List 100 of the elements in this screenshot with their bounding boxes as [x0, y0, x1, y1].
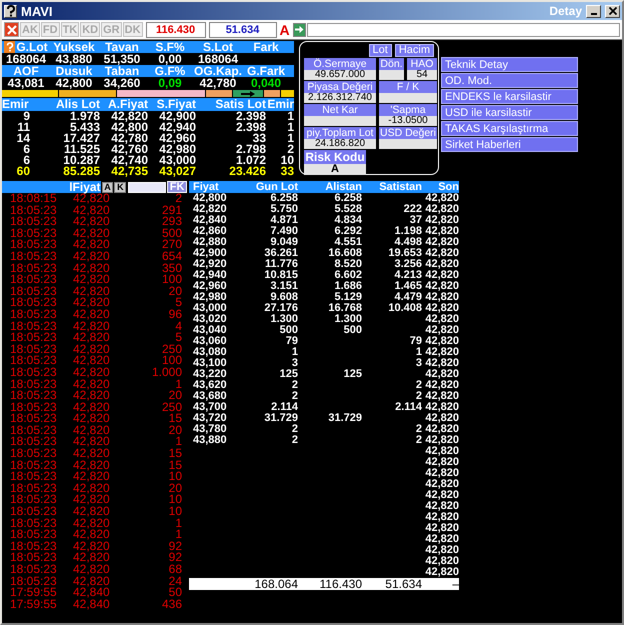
value-field: A [304, 164, 366, 175]
table-cell-text: 18:05:23 [9, 436, 58, 448]
stat-value: 42,800 [54, 77, 94, 89]
table-cell-text: 42,820 [424, 248, 459, 259]
table-cell-text: 18:05:23 [9, 529, 58, 541]
table-cell-text: 1 [286, 111, 294, 122]
table-cell-text: 42,820 [73, 518, 111, 530]
column-header: Emir [2, 98, 30, 111]
field-label: 'Sapma [379, 104, 437, 116]
table-cell-text: 42,820 [73, 506, 111, 518]
table-cell-text: 42,820 [424, 523, 459, 534]
table-cell-text: 1 [286, 122, 294, 133]
table-cell-text: 1.300 [269, 314, 298, 325]
table-cell-text: 15 [168, 460, 182, 472]
table-cell-text: 42,920 [192, 259, 228, 270]
table-cell-text: 42,820 [424, 193, 459, 204]
table-cell-text: 18:05:23 [9, 552, 58, 564]
input-field[interactable] [306, 22, 620, 36]
field-label: USD Değeri [379, 127, 437, 139]
table-cell-text: 1.978 [68, 111, 100, 122]
toggle-button[interactable]: Hacim [394, 44, 434, 57]
filter-button[interactable]: FK [167, 181, 187, 193]
table-cell-text: 18:05:23 [9, 250, 58, 263]
table-cell-text: 42,820 [73, 355, 111, 367]
total-cell-text: 43,027 [158, 166, 196, 177]
stat-value: 43,081 [6, 77, 46, 89]
menu-button[interactable]: USD ile karsilastir [441, 105, 578, 120]
table-cell-text: 43,040 [192, 325, 228, 336]
column-header: Satistan [378, 181, 422, 193]
minimize-button[interactable] [586, 4, 601, 18]
total-cell-text: 23.426 [228, 166, 266, 177]
value-field [304, 116, 376, 126]
table-cell-text: 2.114 [394, 402, 422, 413]
table-cell-text: 92 [168, 540, 182, 552]
table-cell-text: 4.479 [393, 292, 422, 303]
table-cell-text: 10 [168, 471, 182, 483]
value-field [379, 93, 437, 103]
table-cell-text: 42,820 [73, 529, 111, 541]
table-cell-text: 42,820 [424, 556, 459, 567]
menu-button[interactable]: Sirket Haberleri [441, 137, 578, 152]
menu-button[interactable]: OD. Mod. [441, 73, 578, 88]
table-cell-text: 10 [280, 155, 294, 166]
field-label: piy.Toplam Lot [304, 127, 376, 139]
sort-button[interactable]: A [102, 182, 114, 192]
table-cell-text: 350 [160, 262, 182, 274]
sort-button[interactable]: K [114, 182, 126, 192]
table-cell-text: 18:05:23 [9, 540, 58, 552]
table-cell-text: 42,820 [73, 482, 111, 494]
table-cell-text: 96 [168, 308, 182, 321]
table-cell-text: 1 [174, 518, 182, 530]
table-cell-text: 42,820 [424, 490, 459, 501]
table-cell-text: 42,820 [73, 552, 111, 564]
arrow-button[interactable] [292, 22, 306, 36]
table-cell-text: 79 [408, 336, 422, 347]
table-cell-text: 42,820 [424, 314, 459, 325]
stat-label: OG.Kap. [194, 65, 242, 77]
table-cell-text: 42,820 [73, 413, 111, 425]
table-cell-text: 42,820 [73, 308, 111, 321]
table-cell-text: 42,820 [424, 413, 459, 424]
table-cell-text: 42,820 [424, 468, 459, 479]
table-cell-text: 3.256 [393, 259, 422, 270]
menu-button[interactable]: Teknik Detay [441, 57, 578, 72]
table-cell-text: 42,820 [424, 292, 459, 303]
table-cell-text: 37 [408, 215, 422, 226]
table-cell-text: 42,980 [192, 292, 228, 303]
table-cell-text: 42,820 [73, 228, 111, 240]
menu-button[interactable]: TAKAS Karşılaştırma [441, 121, 578, 136]
table-cell-text: 2.398 [234, 122, 266, 133]
arrow-icon [241, 90, 255, 96]
field-label: Risk Kodu [304, 150, 366, 164]
table-cell-text: 5 [175, 297, 182, 309]
table-cell-text: 18:05:23 [9, 366, 58, 378]
menu-button[interactable]: ENDEKS le karsilastir [441, 89, 578, 104]
table-cell-text: 1.686 [333, 281, 362, 292]
stat-label: Dusuk [56, 65, 92, 77]
table-cell-text: 42,820 [73, 448, 111, 460]
table-cell-text: 42,800 [192, 193, 228, 204]
toggle-button[interactable]: Lot [368, 44, 392, 57]
table-cell-text: 42,820 [73, 297, 111, 309]
table-cell-text: 1.300 [333, 314, 362, 325]
table-cell-text: 4.551 [333, 237, 362, 248]
total-cell-text: 42,735 [110, 166, 148, 177]
table-cell-text: 270 [160, 239, 182, 251]
help-icon[interactable] [4, 41, 16, 53]
table-cell-text: 27.176 [263, 303, 298, 314]
table-cell-text: 18:05:23 [9, 378, 58, 390]
table-cell-text: 10.815 [263, 270, 298, 281]
table-cell-text: 42,820 [73, 344, 111, 356]
table-cell-text: 18:05:23 [9, 576, 58, 588]
table-cell-text: 43,680 [192, 391, 228, 402]
table-cell-text: 42,840 [73, 598, 111, 610]
field-label: Net Kar [304, 104, 376, 116]
table-cell-text: 18:05:23 [9, 448, 58, 460]
column-header: Emir [266, 98, 294, 111]
stat-value: 0,09 [157, 77, 183, 89]
table-cell-text: 42,820 [73, 193, 111, 205]
stat-value: 42,780 [200, 77, 236, 89]
table-cell-text: 18:05:23 [9, 460, 58, 472]
table-cell-text: 50 [168, 587, 182, 599]
table-cell-text: 42,820 [73, 204, 111, 216]
